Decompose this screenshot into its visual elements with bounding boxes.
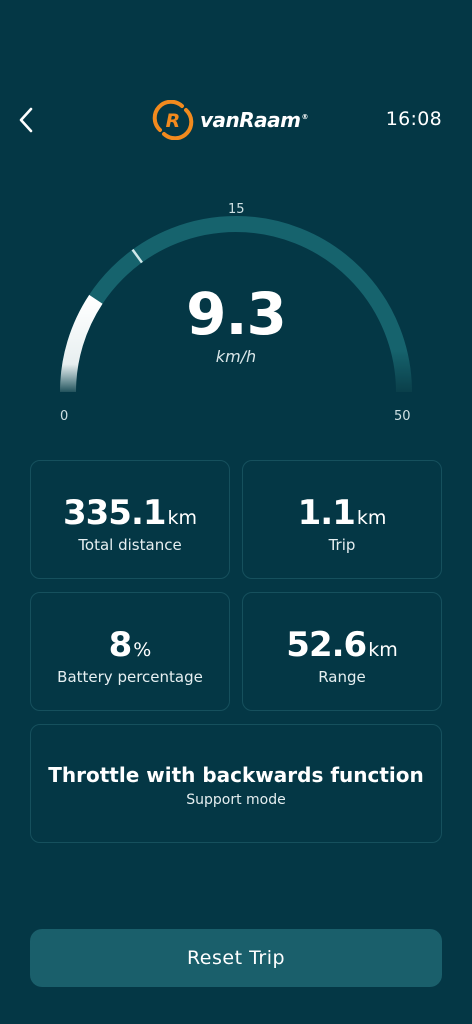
chevron-left-icon: [19, 107, 33, 133]
clock: 16:08: [385, 108, 442, 130]
support-mode-label: Support mode: [186, 792, 286, 808]
brand-logo-icon: R: [152, 100, 194, 140]
stat-value: 335.1 km: [62, 493, 198, 533]
stat-value: 1.1 km: [297, 493, 387, 533]
stat-label: Battery percentage: [57, 668, 203, 686]
brand-name: vanRaam®: [200, 108, 309, 132]
stat-card-trip: 1.1 km Trip: [242, 460, 442, 579]
stat-label: Total distance: [78, 536, 182, 554]
stat-card-battery: 8% Battery percentage: [30, 592, 230, 711]
header: R vanRaam® 16:08: [0, 96, 472, 144]
stat-label: Trip: [328, 536, 356, 554]
stat-card-range: 52.6 km Range: [242, 592, 442, 711]
stat-card-total-distance: 335.1 km Total distance: [30, 460, 230, 579]
speed-unit: km/h: [215, 347, 257, 366]
gauge-min-label: 0: [60, 409, 69, 424]
gauge-mid-label: 15: [228, 202, 245, 217]
stat-value: 52.6 km: [286, 625, 398, 665]
support-mode-card[interactable]: Throttle with backwards function Support…: [30, 724, 442, 843]
speed-value: 9.3: [186, 280, 287, 348]
stat-label: Range: [318, 668, 366, 686]
support-mode-title: Throttle with backwards function: [48, 763, 424, 787]
brand-logo: R vanRaam®: [152, 100, 308, 140]
svg-text:R: R: [166, 110, 181, 132]
gauge-max-label: 50: [394, 409, 411, 424]
reset-trip-button[interactable]: Reset Trip: [30, 929, 442, 987]
back-button[interactable]: [12, 104, 40, 136]
stat-value: 8%: [108, 625, 152, 665]
